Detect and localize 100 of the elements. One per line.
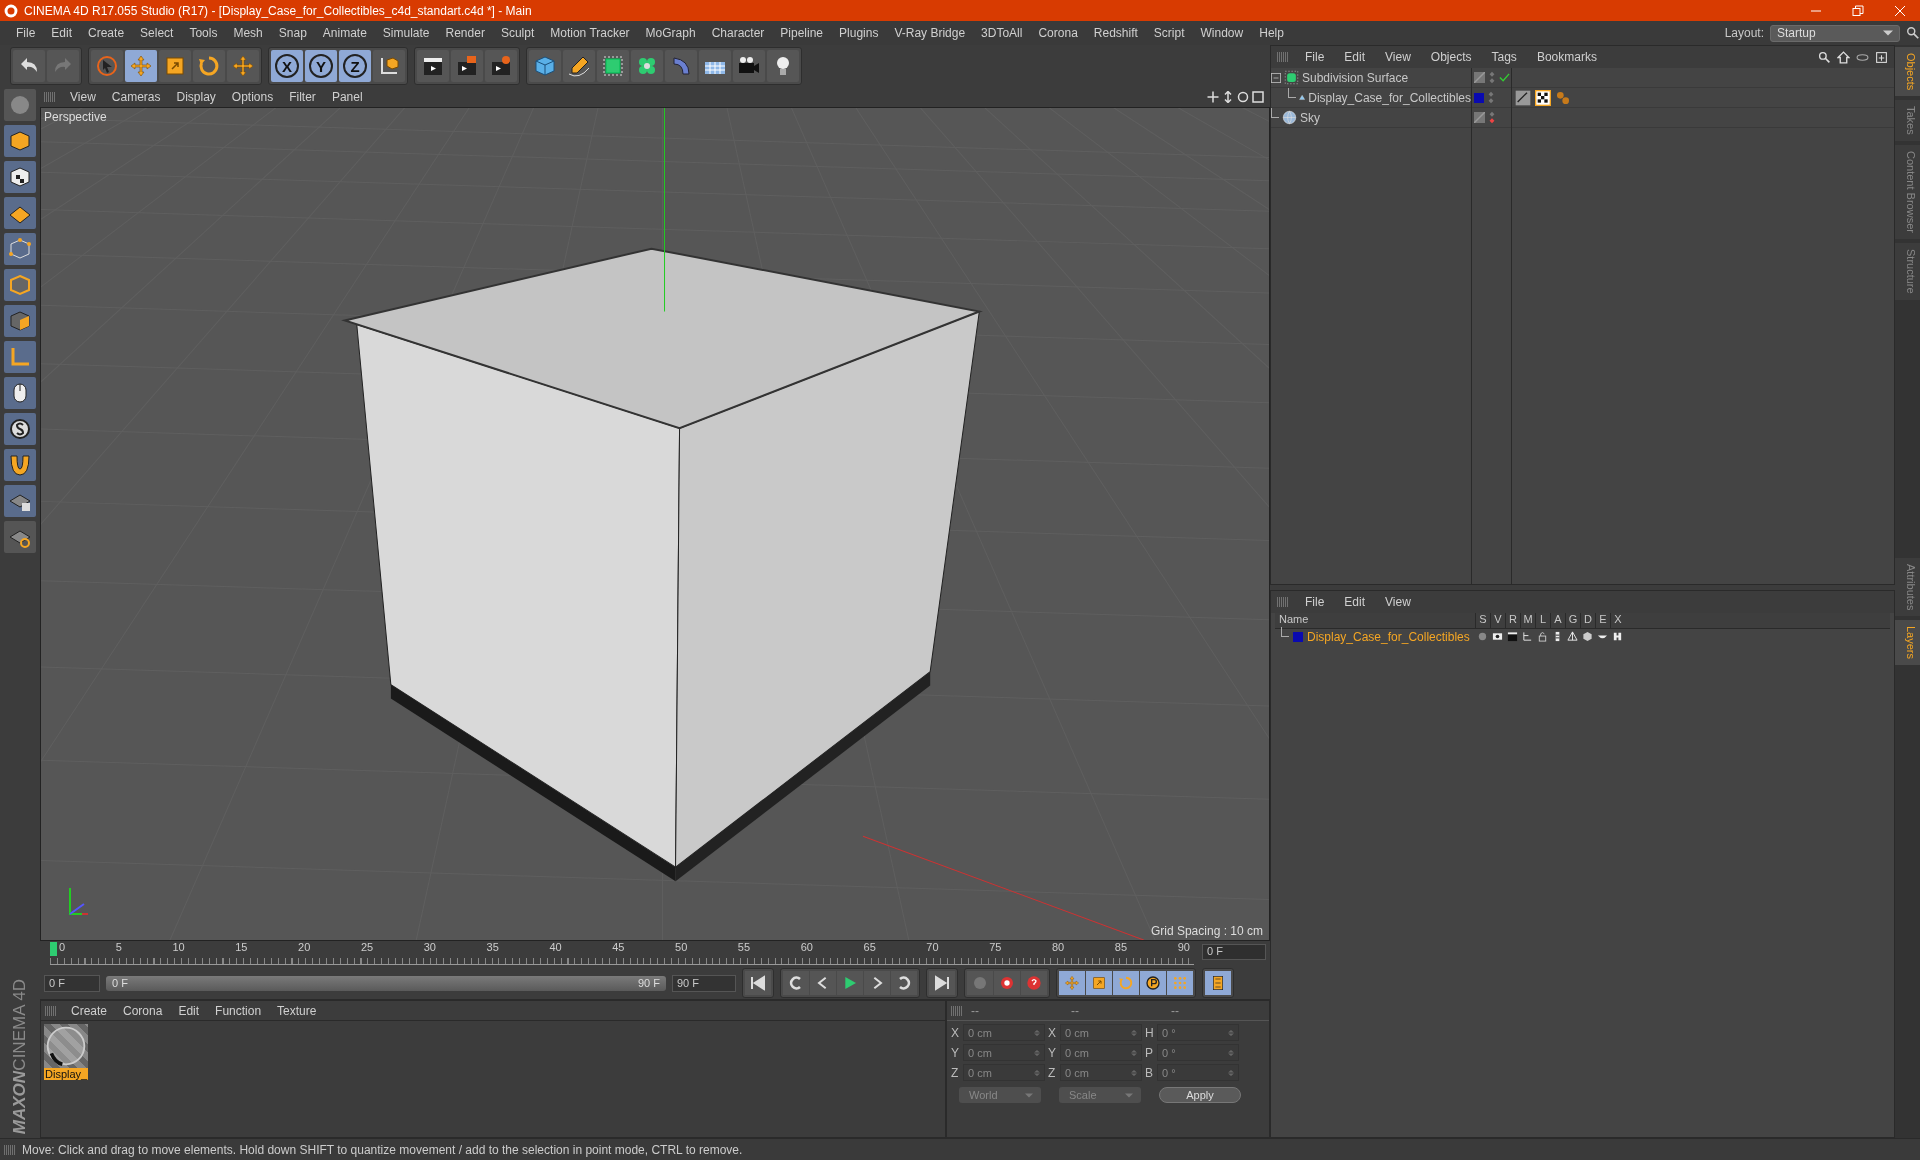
solo-icon[interactable]	[1477, 631, 1488, 642]
side-tab[interactable]: Layers	[1895, 620, 1920, 666]
next-frame-button[interactable]	[864, 971, 890, 995]
material-tag-icon[interactable]	[1535, 89, 1551, 106]
menu-item[interactable]: Corona	[1030, 26, 1086, 40]
viewport[interactable]: Perspective Grid Spacing : 10 cm	[40, 107, 1270, 941]
cube-button[interactable]	[4, 125, 36, 157]
menu-item[interactable]: MoGraph	[637, 26, 704, 40]
pyramid-icon[interactable]	[1567, 631, 1578, 642]
menu-item[interactable]: Select	[132, 26, 182, 40]
menu-item[interactable]: Function	[207, 1003, 270, 1018]
render-view-button[interactable]	[417, 50, 449, 82]
cloner-button[interactable]	[631, 50, 663, 82]
menu-item[interactable]: File	[1295, 50, 1335, 64]
rotate-tool-button[interactable]	[193, 50, 225, 82]
light-button[interactable]	[767, 50, 799, 82]
menu-item[interactable]: Snap	[270, 26, 315, 40]
menu-item[interactable]: File	[1295, 595, 1335, 609]
panel-grip-icon[interactable]	[4, 1144, 16, 1155]
menu-item[interactable]: Create	[63, 1003, 116, 1018]
hierarchy-icon[interactable]	[1522, 631, 1533, 642]
orbit-icon[interactable]	[1237, 91, 1249, 103]
apply-button[interactable]: Apply	[1159, 1087, 1241, 1103]
object-name[interactable]: Sky	[1300, 110, 1320, 125]
deformer-button[interactable]	[665, 50, 697, 82]
menu-item[interactable]: Help	[1251, 26, 1292, 40]
menu-item[interactable]: Tags	[1481, 50, 1527, 64]
select-tool-button[interactable]	[91, 50, 123, 82]
grid-lock-button[interactable]	[4, 485, 36, 517]
restore-icon[interactable]	[1852, 4, 1864, 17]
previous-key-button[interactable]	[783, 971, 809, 995]
menu-item[interactable]: Animate	[314, 26, 375, 40]
new-window-icon[interactable]	[1875, 50, 1888, 64]
side-tab[interactable]: Objects	[1895, 47, 1920, 97]
camera-button[interactable]	[733, 50, 765, 82]
subdivision-button[interactable]	[597, 50, 629, 82]
menu-item[interactable]: Tools	[181, 26, 226, 40]
keyframe-selection-button[interactable]	[1021, 971, 1047, 995]
play-button[interactable]	[837, 971, 863, 995]
menu-item[interactable]: Redshift	[1085, 26, 1146, 40]
menu-item[interactable]: View	[1375, 50, 1421, 64]
menu-item[interactable]: Mesh	[225, 26, 271, 40]
end-frame-field[interactable]: 90 F	[672, 974, 736, 992]
grid-plane-button[interactable]	[4, 197, 36, 229]
visibility-dots-icon[interactable]	[1488, 91, 1494, 104]
menu-item[interactable]: File	[8, 26, 44, 40]
grid-snap-button[interactable]	[4, 521, 36, 553]
edges-cube-button[interactable]	[4, 269, 36, 301]
move-tool-button[interactable]	[227, 50, 259, 82]
layer-color-swatch[interactable]	[1474, 92, 1484, 103]
menu-item[interactable]: Window	[1192, 26, 1252, 40]
padlock-icon[interactable]	[1537, 631, 1548, 642]
menu-item[interactable]: Simulate	[374, 26, 438, 40]
s-circle-button[interactable]	[4, 413, 36, 445]
menu-item[interactable]: Edit	[170, 1003, 208, 1018]
undo-button[interactable]	[13, 50, 45, 82]
checkmark-icon[interactable]	[1499, 72, 1510, 83]
layer-name[interactable]: Display_Case_for_Collectibles	[1307, 629, 1470, 644]
previous-frame-button[interactable]	[810, 971, 836, 995]
home-icon[interactable]	[1837, 50, 1850, 64]
panel-grip-icon[interactable]	[44, 92, 56, 102]
menu-item[interactable]: Edit	[43, 26, 81, 40]
menu-item[interactable]: Character	[703, 26, 773, 40]
menu-item[interactable]: Motion Tracker	[542, 26, 638, 40]
playhead-marker[interactable]	[50, 942, 57, 956]
next-key-button[interactable]	[891, 971, 917, 995]
menu-item[interactable]: Display	[168, 90, 224, 104]
checker-cube-button[interactable]	[4, 161, 36, 193]
menu-item[interactable]: Pipeline	[772, 26, 832, 40]
coordinate-system-button[interactable]	[373, 50, 405, 82]
menu-item[interactable]: View	[1375, 595, 1421, 609]
menu-item[interactable]: Options	[223, 90, 282, 104]
menu-item[interactable]: Script	[1145, 26, 1193, 40]
menu-item[interactable]: Cameras	[103, 90, 169, 104]
scale-tool-button[interactable]	[159, 50, 191, 82]
points-cube-button[interactable]	[4, 233, 36, 265]
start-frame-field[interactable]: 0 F	[44, 974, 100, 992]
close-icon[interactable]	[1894, 4, 1906, 17]
search-icon[interactable]	[1906, 26, 1920, 40]
axis-lock-button[interactable]: Y	[305, 50, 337, 82]
search-icon[interactable]	[1818, 50, 1831, 64]
autokey-button[interactable]	[994, 971, 1020, 995]
frame-range-track[interactable]: 0 F 90 F	[106, 975, 666, 991]
menu-item[interactable]: Texture	[269, 1003, 325, 1018]
pen-button[interactable]	[563, 50, 595, 82]
pan-icon[interactable]	[1207, 91, 1219, 103]
floor-button[interactable]	[699, 50, 731, 82]
parameter-key-button[interactable]	[1140, 971, 1166, 995]
menu-item[interactable]: Render	[437, 26, 493, 40]
polygons-cube-button[interactable]	[4, 305, 36, 337]
object-name[interactable]: Display_Case_for_Collectibles	[1308, 90, 1471, 105]
panel-grip-icon[interactable]	[1277, 597, 1289, 607]
x-shape-icon[interactable]	[1612, 631, 1623, 642]
panel-grip-icon[interactable]	[951, 1005, 963, 1016]
collapse-icon[interactable]	[1271, 72, 1281, 83]
current-frame-field[interactable]: 0 F	[1202, 944, 1266, 960]
object-name[interactable]: Subdivision Surface	[1302, 70, 1409, 85]
scale-key-button[interactable]	[1086, 971, 1112, 995]
render-picture-button[interactable]	[451, 50, 483, 82]
menu-item[interactable]: V-Ray Bridge	[886, 26, 974, 40]
